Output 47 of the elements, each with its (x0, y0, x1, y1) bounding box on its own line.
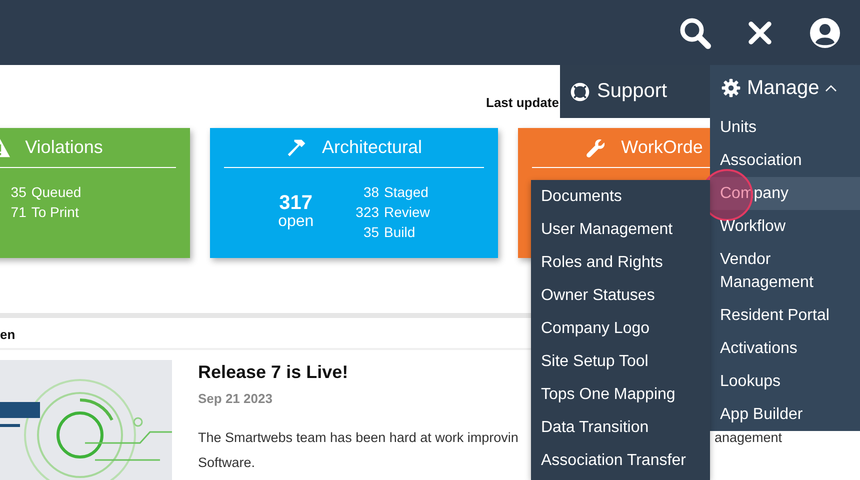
menu-item[interactable]: Units (710, 111, 860, 144)
card-title: Architectural (322, 137, 422, 158)
caret-icon (825, 84, 838, 92)
menu-item[interactable]: Lookups (710, 365, 860, 398)
menu-item[interactable]: Activations (710, 332, 860, 365)
menu-item[interactable]: Vendor Management (710, 243, 860, 299)
news-date: Sep 21 2023 (198, 391, 272, 406)
wrench-icon (585, 136, 608, 158)
open-count: 317 (279, 193, 313, 213)
manage-menu-button[interactable]: Manage (710, 65, 860, 111)
news-text: The Smartwebs team has been hard at work improvin (198, 429, 518, 447)
menu-item[interactable]: Site Setup Tool (531, 345, 710, 378)
stat-count: 38 (362, 183, 380, 202)
menu-item[interactable]: Association (710, 144, 860, 177)
user-icon[interactable] (809, 16, 841, 48)
news-text: Software. (198, 454, 256, 472)
card-title: Violations (25, 137, 103, 158)
menu-item[interactable]: Company Logo (531, 312, 710, 345)
card-title: WorkOrde (621, 137, 703, 158)
news-title[interactable]: Release 7 is Live! (198, 362, 348, 383)
menu-item[interactable]: Owner Statuses (531, 279, 710, 312)
stat-label: Build (384, 223, 416, 242)
stat-count: 35 (10, 183, 26, 202)
menu-item[interactable]: Roles and Rights (531, 246, 710, 279)
stat-label: Queued (31, 183, 82, 202)
stat-count: 323 (356, 203, 380, 222)
close-icon[interactable] (747, 20, 773, 46)
menu-item[interactable]: App Builder (710, 398, 860, 431)
section-title: en (0, 326, 16, 342)
menu-item[interactable]: User Management (531, 213, 710, 246)
news-text: anagement (714, 429, 782, 447)
menu-item[interactable]: Resident Portal (710, 299, 860, 332)
stat-label: To Print (31, 203, 80, 222)
menu-item[interactable]: Tops One Mapping (531, 378, 710, 411)
open-label: open (278, 213, 314, 231)
stat-label: Staged (384, 183, 430, 202)
lifebuoy-icon (570, 82, 590, 102)
menu-item[interactable]: Workflow (710, 210, 860, 243)
menu-item[interactable]: Data Transition (531, 411, 710, 444)
stat-count: 35 (362, 223, 380, 242)
support-menu-button[interactable]: Support (560, 65, 710, 118)
last-updated-label: Last update (486, 95, 559, 110)
menu-item[interactable]: Association Transfer (531, 444, 710, 477)
stat-label: Review (384, 203, 430, 222)
stat-count: 71 (10, 203, 26, 222)
search-icon[interactable] (679, 16, 711, 48)
menu-item[interactable]: Documents (531, 180, 710, 213)
